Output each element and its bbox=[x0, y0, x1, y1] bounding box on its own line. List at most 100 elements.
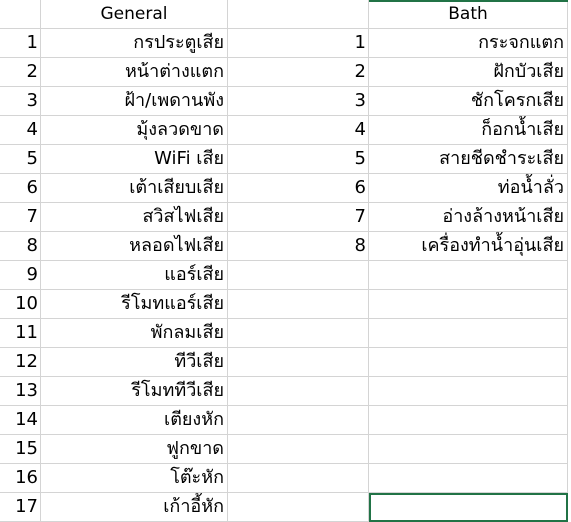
general-item-cell[interactable]: ทีวีเสีย bbox=[41, 348, 228, 377]
bath-number-cell[interactable] bbox=[228, 464, 369, 493]
bath-number-cell-text: 4 bbox=[354, 119, 366, 140]
bath-number-cell[interactable] bbox=[228, 261, 369, 290]
table-row: 6 เต้าเสียบเสีย 6 ท่อน้ำลั่ว bbox=[0, 174, 571, 203]
general-number-cell[interactable]: 14 bbox=[0, 406, 41, 435]
bath-number-cell[interactable] bbox=[228, 406, 369, 435]
bath-number-cell[interactable] bbox=[228, 377, 369, 406]
general-item-cell[interactable]: หน้าต่างแตก bbox=[41, 58, 228, 87]
general-number-cell[interactable]: 7 bbox=[0, 203, 41, 232]
header-bath[interactable]: Bath bbox=[369, 0, 568, 29]
bath-number-cell[interactable] bbox=[228, 493, 369, 522]
general-item-cell[interactable]: หลอดไฟเสีย bbox=[41, 232, 228, 261]
general-number-cell-text: 14 bbox=[15, 409, 38, 430]
bath-item-cell[interactable] bbox=[369, 290, 568, 319]
bath-item-cell[interactable]: ชักโครกเสีย bbox=[369, 87, 568, 116]
bath-item-cell[interactable] bbox=[369, 261, 568, 290]
general-item-cell[interactable]: ฝ้า/เพดานพัง bbox=[41, 87, 228, 116]
general-item-cell-text: แอร์เสีย bbox=[164, 264, 224, 285]
bath-item-cell-text: ชักโครกเสีย bbox=[470, 90, 564, 111]
bath-item-cell[interactable]: ก็อกน้ำเสีย bbox=[369, 116, 568, 145]
general-number-cell[interactable]: 3 bbox=[0, 87, 41, 116]
bath-number-cell[interactable]: 4 bbox=[228, 116, 369, 145]
bath-number-cell[interactable]: 7 bbox=[228, 203, 369, 232]
general-number-cell[interactable]: 2 bbox=[0, 58, 41, 87]
general-item-cell[interactable]: เก้าอี้หัก bbox=[41, 493, 228, 522]
table-row: 12 ทีวีเสีย bbox=[0, 348, 571, 377]
general-item-cell[interactable]: โต๊ะหัก bbox=[41, 464, 228, 493]
general-item-cell[interactable]: ฟูกขาด bbox=[41, 435, 228, 464]
selected-cell[interactable] bbox=[369, 493, 568, 522]
bath-item-cell[interactable] bbox=[369, 406, 568, 435]
general-item-cell-text: มุ้งลวดขาด bbox=[136, 119, 224, 140]
general-item-cell[interactable]: แอร์เสีย bbox=[41, 261, 228, 290]
bath-number-cell-text: 2 bbox=[354, 61, 366, 82]
general-item-cell[interactable]: กรประตูเสีย bbox=[41, 29, 228, 58]
general-number-cell[interactable]: 4 bbox=[0, 116, 41, 145]
table-row: 3 ฝ้า/เพดานพัง 3 ชักโครกเสีย bbox=[0, 87, 571, 116]
general-item-cell[interactable]: รีโมทแอร์เสีย bbox=[41, 290, 228, 319]
bath-item-cell[interactable] bbox=[369, 348, 568, 377]
general-item-cell[interactable]: สวิสไฟเสีย bbox=[41, 203, 228, 232]
bath-number-cell[interactable]: 8 bbox=[228, 232, 369, 261]
bath-item-cell[interactable]: เครื่องทำน้ำอุ่นเสีย bbox=[369, 232, 568, 261]
bath-item-cell[interactable]: อ่างล้างหน้าเสีย bbox=[369, 203, 568, 232]
bath-number-cell[interactable] bbox=[228, 435, 369, 464]
bath-item-cell[interactable] bbox=[369, 435, 568, 464]
bath-item-cell[interactable]: สายชีดชำระเสีย bbox=[369, 145, 568, 174]
general-number-cell[interactable]: 15 bbox=[0, 435, 41, 464]
general-number-cell-text: 3 bbox=[26, 90, 38, 111]
bath-number-cell[interactable]: 2 bbox=[228, 58, 369, 87]
general-item-cell-text: เต้าเสียบเสีย bbox=[129, 177, 224, 198]
bath-item-cell-text: ท่อน้ำลั่ว bbox=[497, 177, 564, 198]
bath-item-cell[interactable] bbox=[369, 377, 568, 406]
general-item-cell[interactable]: เตียงหัก bbox=[41, 406, 228, 435]
bath-item-cell-text: สายชีดชำระเสีย bbox=[439, 148, 564, 169]
header-general[interactable]: General bbox=[41, 0, 228, 29]
general-number-cell-text: 17 bbox=[15, 496, 38, 517]
bath-item-cell[interactable] bbox=[369, 319, 568, 348]
bath-number-cell[interactable] bbox=[228, 290, 369, 319]
general-item-cell-text: พักลมเสีย bbox=[150, 322, 224, 343]
general-item-cell-text: ฝ้า/เพดานพัง bbox=[124, 90, 225, 111]
general-item-cell[interactable]: พักลมเสีย bbox=[41, 319, 228, 348]
table-row: 8 หลอดไฟเสีย 8 เครื่องทำน้ำอุ่นเสีย bbox=[0, 232, 571, 261]
bath-number-cell-text: 6 bbox=[354, 177, 366, 198]
general-number-cell[interactable]: 10 bbox=[0, 290, 41, 319]
table-row: 2 หน้าต่างแตก 2 ฝักบัวเสีย bbox=[0, 58, 571, 87]
general-item-cell-text: กรประตูเสีย bbox=[133, 32, 224, 53]
general-item-cell[interactable]: เต้าเสียบเสีย bbox=[41, 174, 228, 203]
bath-number-cell[interactable]: 3 bbox=[228, 87, 369, 116]
table-row: 15 ฟูกขาด bbox=[0, 435, 571, 464]
general-number-cell[interactable]: 12 bbox=[0, 348, 41, 377]
bath-item-cell[interactable]: ฝักบัวเสีย bbox=[369, 58, 568, 87]
bath-number-cell[interactable] bbox=[228, 319, 369, 348]
table-row: 13 รีโมททีวีเสีย bbox=[0, 377, 571, 406]
bath-number-cell[interactable] bbox=[228, 348, 369, 377]
general-item-cell-text: เตียงหัก bbox=[164, 409, 224, 430]
bath-item-cell-text: ฝักบัวเสีย bbox=[493, 61, 564, 82]
general-item-cell-text: ทีวีเสีย bbox=[174, 351, 224, 372]
general-item-cell[interactable]: มุ้งลวดขาด bbox=[41, 116, 228, 145]
general-number-cell[interactable]: 17 bbox=[0, 493, 41, 522]
bath-number-cell[interactable]: 5 bbox=[228, 145, 369, 174]
header-cell-c[interactable] bbox=[228, 0, 369, 29]
general-number-cell-text: 2 bbox=[26, 61, 38, 82]
table-row: 14 เตียงหัก bbox=[0, 406, 571, 435]
bath-number-cell[interactable]: 6 bbox=[228, 174, 369, 203]
general-item-cell[interactable]: WiFi เสีย bbox=[41, 145, 228, 174]
bath-item-cell[interactable]: กระจกแตก bbox=[369, 29, 568, 58]
bath-item-cell[interactable]: ท่อน้ำลั่ว bbox=[369, 174, 568, 203]
general-number-cell-text: 12 bbox=[15, 351, 38, 372]
general-number-cell[interactable]: 13 bbox=[0, 377, 41, 406]
general-number-cell[interactable]: 16 bbox=[0, 464, 41, 493]
general-number-cell[interactable]: 8 bbox=[0, 232, 41, 261]
general-item-cell[interactable]: รีโมททีวีเสีย bbox=[41, 377, 228, 406]
general-number-cell[interactable]: 6 bbox=[0, 174, 41, 203]
general-number-cell[interactable]: 9 bbox=[0, 261, 41, 290]
general-number-cell[interactable]: 1 bbox=[0, 29, 41, 58]
bath-item-cell[interactable] bbox=[369, 464, 568, 493]
general-number-cell[interactable]: 11 bbox=[0, 319, 41, 348]
general-number-cell[interactable]: 5 bbox=[0, 145, 41, 174]
header-cell-a[interactable] bbox=[0, 0, 41, 29]
bath-number-cell[interactable]: 1 bbox=[228, 29, 369, 58]
